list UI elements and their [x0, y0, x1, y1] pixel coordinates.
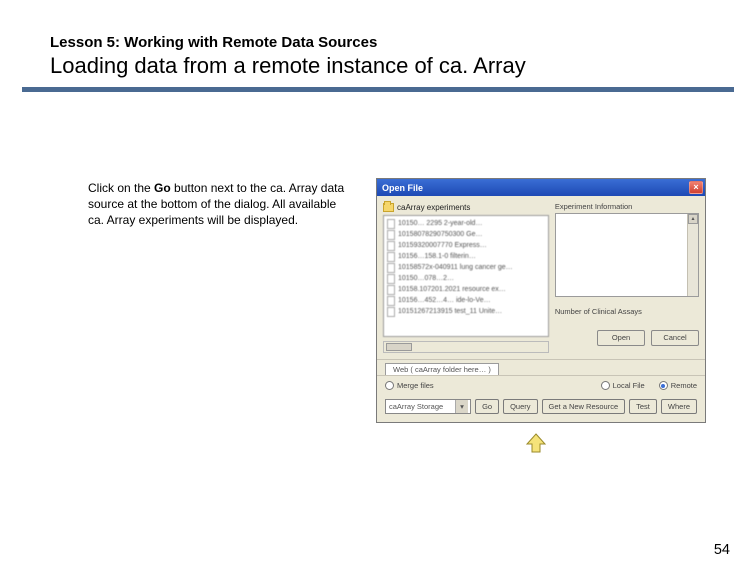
- dialog-title: Open File: [382, 183, 423, 193]
- callout-arrow-icon: [525, 432, 547, 454]
- document-icon: [387, 219, 395, 229]
- document-icon: [387, 296, 395, 306]
- scroll-up-icon[interactable]: ▴: [688, 214, 698, 224]
- merge-label: Merge files: [397, 381, 434, 390]
- document-icon: [387, 307, 395, 317]
- list-item: 10151267213915 test_11 Unite…: [387, 306, 545, 317]
- merge-files-checkbox[interactable]: Merge files: [385, 381, 434, 390]
- dialog-titlebar[interactable]: Open File ×: [377, 179, 705, 196]
- document-icon: [387, 241, 395, 251]
- new-resource-button[interactable]: Get a New Resource: [542, 399, 626, 414]
- lesson-label: Lesson 5: Working with Remote Data Sourc…: [50, 34, 756, 51]
- checkbox-icon: [385, 381, 394, 390]
- datasource-row: caArray Storage Go Query Get a New Resou…: [377, 395, 705, 422]
- where-button[interactable]: Where: [661, 399, 697, 414]
- info-pane: Experiment Information ▴ Number of Clini…: [555, 202, 699, 353]
- cancel-button[interactable]: Cancel: [651, 330, 699, 346]
- folder-label: caArray experiments: [397, 203, 470, 212]
- file-browser-pane: caArray experiments 10150… 2295 2-year-o…: [383, 202, 549, 353]
- list-item: 10150… 2295 2-year-old…: [387, 218, 545, 229]
- page-title: Loading data from a remote instance of c…: [50, 53, 756, 79]
- open-button[interactable]: Open: [597, 330, 645, 346]
- scrollbar-thumb[interactable]: [386, 343, 412, 351]
- document-icon: [387, 285, 395, 295]
- document-icon: [387, 263, 395, 273]
- list-item: 10156…158.1-0 filterin…: [387, 251, 545, 262]
- list-item: 10156…452…4… ide-lo-Ve…: [387, 295, 545, 306]
- assay-count-label: Number of Clinical Assays: [555, 307, 699, 316]
- document-icon: [387, 252, 395, 262]
- datasource-combo[interactable]: caArray Storage: [385, 399, 471, 414]
- list-item: 10158078290750300 Ge…: [387, 229, 545, 240]
- options-row: Merge files Local File Remote: [377, 375, 705, 395]
- query-button[interactable]: Query: [503, 399, 537, 414]
- instruction-prefix: Click on the: [88, 181, 154, 195]
- document-icon: [387, 274, 395, 284]
- local-label: Local File: [613, 381, 645, 390]
- list-item: 10158.107201.2021 resource ex…: [387, 284, 545, 295]
- experiment-info-label: Experiment Information: [555, 202, 699, 211]
- document-icon: [387, 230, 395, 240]
- list-item: 10158572x-040911 lung cancer ge…: [387, 262, 545, 273]
- list-item: 10159320007770 Express…: [387, 240, 545, 251]
- remote-label: Remote: [671, 381, 697, 390]
- horizontal-scrollbar[interactable]: [383, 341, 549, 353]
- instruction-text: Click on the Go button next to the ca. A…: [88, 180, 348, 229]
- tab-remote[interactable]: Web ( caArray folder here… ): [385, 363, 499, 375]
- source-tabs: Web ( caArray folder here… ): [377, 359, 705, 375]
- radio-icon: [601, 381, 610, 390]
- open-file-dialog: Open File × caArray experiments 10150… 2…: [376, 178, 706, 423]
- go-button[interactable]: Go: [475, 399, 499, 414]
- list-item: 10150…078…2…: [387, 273, 545, 284]
- folder-icon: [383, 203, 394, 212]
- test-button[interactable]: Test: [629, 399, 657, 414]
- vertical-scrollbar[interactable]: ▴: [687, 214, 698, 296]
- remote-radio[interactable]: Remote: [659, 381, 697, 390]
- folder-row[interactable]: caArray experiments: [383, 202, 549, 215]
- page-number: 54: [714, 542, 730, 558]
- local-file-radio[interactable]: Local File: [601, 381, 645, 390]
- file-list[interactable]: 10150… 2295 2-year-old… 1015807829075030…: [383, 215, 549, 337]
- header: Lesson 5: Working with Remote Data Sourc…: [0, 0, 756, 79]
- close-icon[interactable]: ×: [689, 181, 703, 194]
- radio-icon: [659, 381, 668, 390]
- experiment-info-box: ▴: [555, 213, 699, 297]
- header-divider: [22, 87, 734, 92]
- instruction-bold: Go: [154, 181, 171, 195]
- slide: Lesson 5: Working with Remote Data Sourc…: [0, 0, 756, 576]
